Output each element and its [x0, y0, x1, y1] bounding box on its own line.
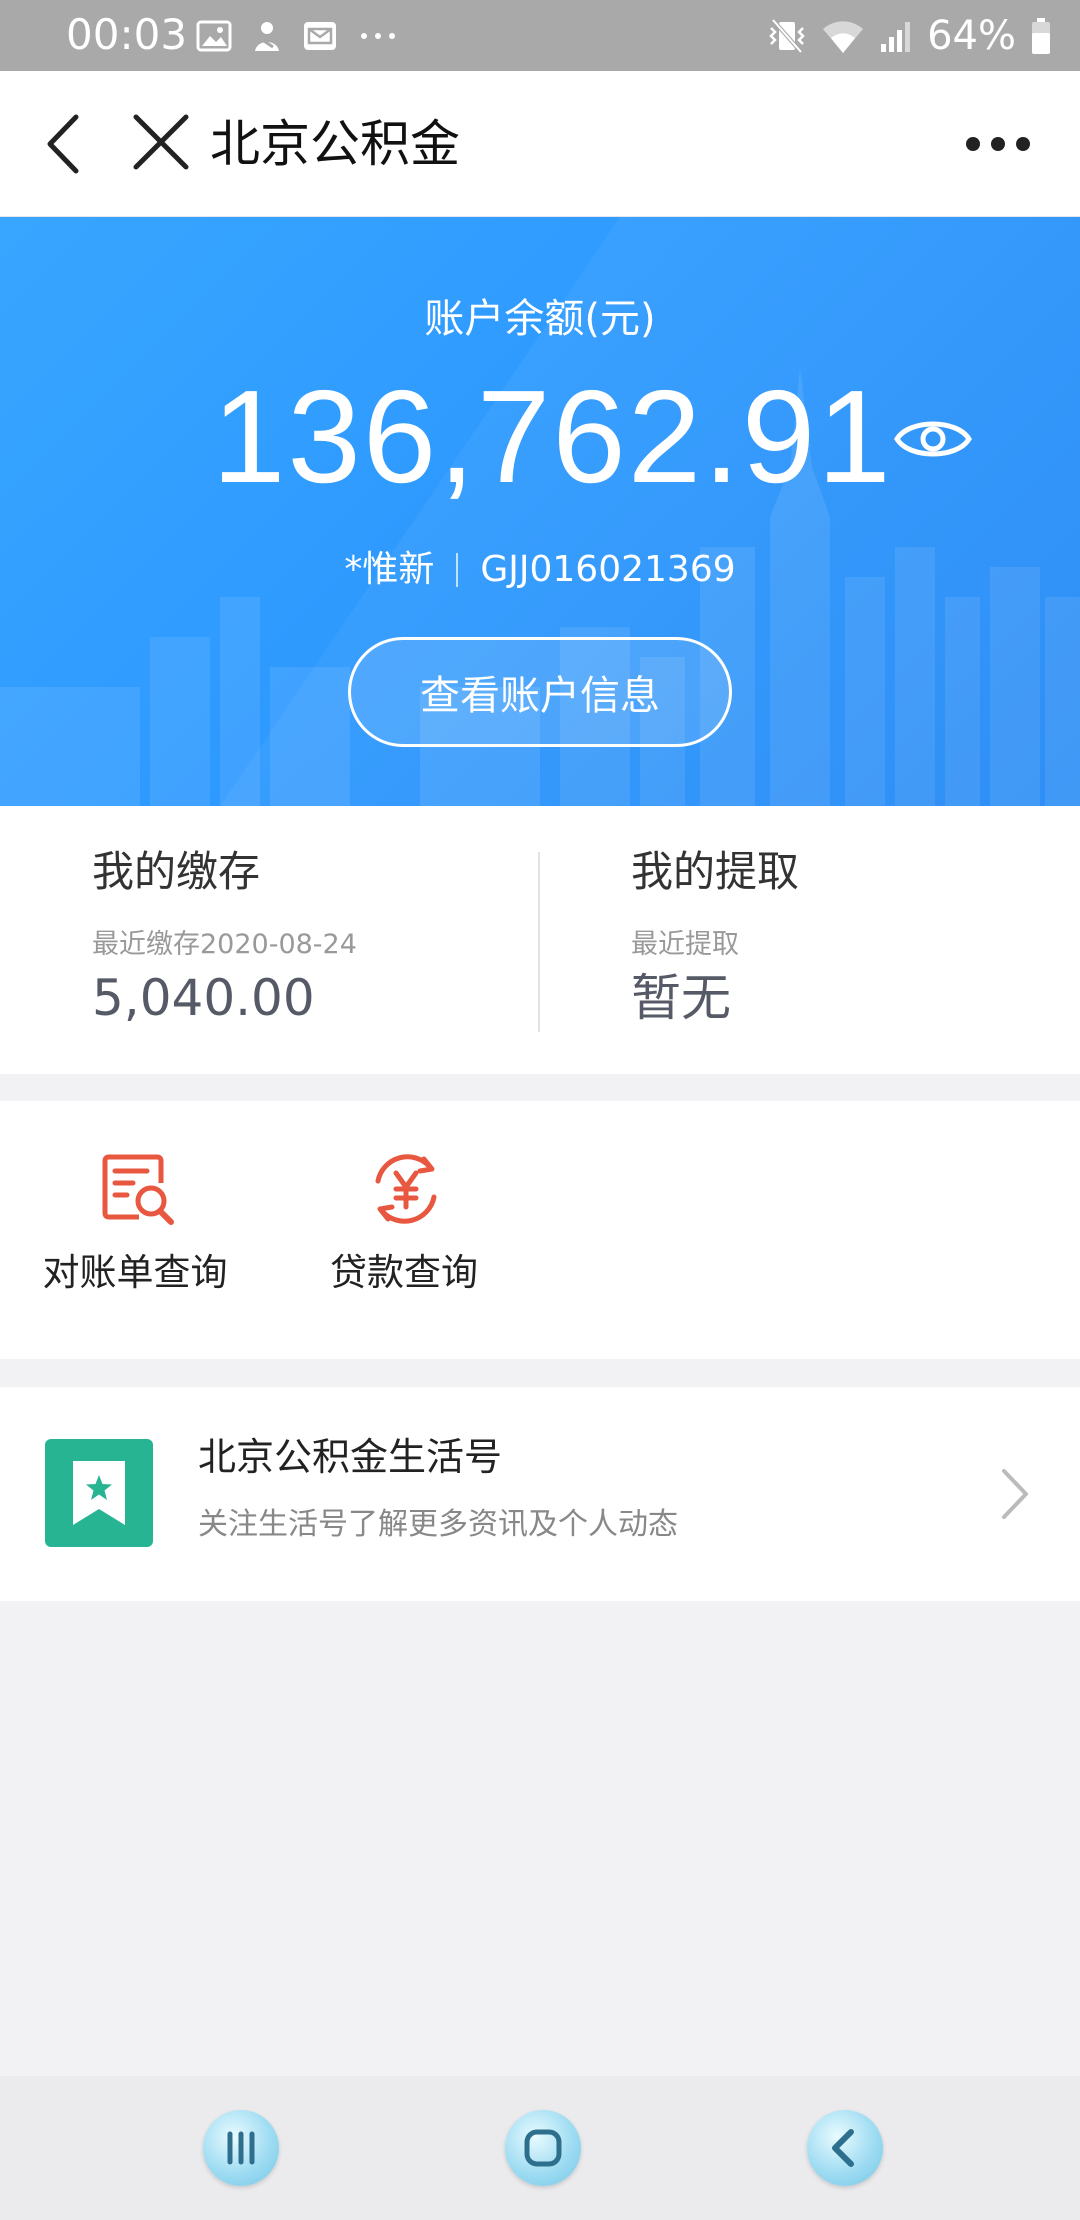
balance-label: 账户余额(元): [424, 296, 656, 342]
home-icon: [524, 2129, 562, 2167]
account-number: GJJ016021369: [480, 549, 736, 590]
back-arrow-icon[interactable]: [40, 109, 90, 179]
app-notification-icon: [255, 22, 279, 51]
account-info-line: *惟新 GJJ016021369: [0, 545, 1080, 595]
recent-apps-icon: [227, 2131, 255, 2165]
deposit-title: 我的缴存: [92, 847, 261, 896]
life-account-logo: [45, 1439, 153, 1547]
recent-apps-button[interactable]: [203, 2110, 279, 2186]
statement-search-icon: [102, 1154, 174, 1225]
withdraw-subtitle: 最近提取: [631, 929, 739, 960]
more-options-icon[interactable]: [966, 129, 1030, 159]
balance-hero: 账户余额(元) 136,762.91 *惟新 GJJ016021369 查看账户信…: [0, 217, 1080, 806]
withdraw-title: 我的提取: [631, 847, 800, 896]
notification-icons: [196, 14, 398, 58]
view-account-info-button[interactable]: 查看账户信息: [348, 637, 732, 747]
my-deposit-section[interactable]: 我的缴存 最近缴存2020-08-24 5,040.00: [92, 806, 512, 1074]
holder-name: *惟新: [344, 549, 435, 590]
system-navigation-bar: [0, 2076, 1080, 2220]
life-account-row[interactable]: 北京公积金生活号 关注生活号了解更多资讯及个人动态: [0, 1387, 1080, 1601]
gallery-icon: [196, 20, 232, 52]
stats-card: 我的缴存 最近缴存2020-08-24 5,040.00 我的提取 最近提取 暂…: [0, 806, 1080, 1074]
close-icon[interactable]: [130, 111, 192, 173]
wifi-icon: [823, 21, 864, 53]
more-notifications-icon: [361, 33, 395, 39]
status-bar: 00:03 64%: [0, 0, 1080, 71]
more-dot: [991, 137, 1005, 151]
life-account-description: 关注生活号了解更多资讯及个人动态: [198, 1507, 678, 1542]
home-button[interactable]: [505, 2110, 581, 2186]
more-dot: [966, 137, 980, 151]
deposit-subtitle: 最近缴存2020-08-24: [92, 929, 357, 960]
vibrate-icon: [769, 18, 805, 54]
signal-icon: [881, 22, 911, 52]
statement-query-label: 对账单查询: [42, 1251, 228, 1294]
loan-query-label: 贷款查询: [330, 1251, 478, 1294]
balance-amount: 136,762.91: [212, 363, 893, 510]
separator: [456, 553, 459, 587]
loan-yuan-icon: [375, 1154, 437, 1224]
statement-query-button[interactable]: 对账单查询: [25, 1151, 245, 1321]
loan-query-button[interactable]: 贷款查询: [294, 1151, 514, 1321]
more-dot: [1016, 137, 1030, 151]
withdraw-value: 暂无: [631, 969, 731, 1027]
deposit-value: 5,040.00: [92, 969, 315, 1027]
page-title: 北京公积金: [210, 115, 460, 173]
battery-percent: 64%: [927, 13, 1016, 59]
battery-icon: [1032, 18, 1050, 54]
chevron-right-icon: [1002, 1469, 1028, 1519]
bookmark-star-icon: [73, 1461, 125, 1525]
back-button[interactable]: [807, 2110, 883, 2186]
quick-services: 对账单查询 贷款查询: [0, 1101, 1080, 1359]
my-withdraw-section[interactable]: 我的提取 最近提取 暂无: [631, 806, 1031, 1074]
status-time: 00:03: [66, 10, 188, 59]
title-bar: 北京公积金: [0, 71, 1080, 217]
back-icon: [832, 2129, 854, 2167]
eye-icon[interactable]: [893, 411, 973, 467]
mail-icon: [304, 22, 336, 50]
system-icons: 64%: [767, 12, 1052, 60]
stats-divider: [538, 852, 540, 1032]
life-account-title: 北京公积金生活号: [198, 1435, 503, 1479]
